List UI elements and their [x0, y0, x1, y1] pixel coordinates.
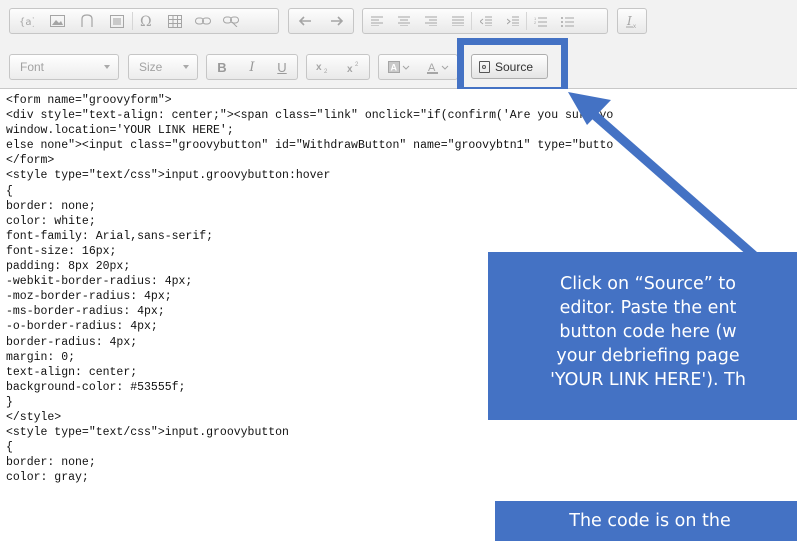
align-right-icon[interactable]	[417, 9, 444, 33]
size-select[interactable]: Size	[128, 54, 198, 80]
background-color-icon[interactable]: A	[379, 55, 419, 79]
chevron-down-icon	[104, 65, 110, 69]
indent-icon[interactable]	[499, 9, 526, 33]
bulleted-list-icon[interactable]	[554, 9, 581, 33]
bold-button[interactable]: B	[207, 55, 237, 79]
svg-text:x: x	[316, 62, 322, 73]
source-button[interactable]: Source	[471, 54, 548, 79]
svg-text:Ω: Ω	[140, 14, 152, 28]
font-select[interactable]: Font	[9, 54, 119, 80]
text-color-icon[interactable]: A	[419, 55, 457, 79]
image-icon[interactable]	[42, 9, 72, 33]
grid-table-icon[interactable]	[161, 9, 189, 33]
svg-text:{a}: {a}	[19, 17, 34, 27]
svg-text:2: 2	[534, 20, 537, 25]
colors-toolbar-group: A A	[378, 54, 458, 80]
basic-styles-toolbar-group: B I U	[206, 54, 298, 80]
svg-text:I: I	[626, 15, 632, 28]
size-select-label: Size	[139, 60, 163, 74]
undo-icon[interactable]	[289, 9, 321, 33]
code-location-callout: The code is on the	[495, 501, 797, 541]
script-toolbar-group: x2 x2	[306, 54, 370, 80]
subscript-icon[interactable]: x2	[307, 55, 338, 79]
callout-line: your debriefing page	[556, 346, 740, 366]
variable-icon[interactable]: {a}	[10, 9, 42, 33]
source-button-label: Source	[495, 59, 534, 74]
outdent-icon[interactable]	[472, 9, 499, 33]
svg-text:x: x	[347, 64, 353, 73]
callout-line: editor. Paste the ent	[559, 298, 737, 318]
flash-icon[interactable]	[72, 9, 102, 33]
callout-line: 'YOUR LINK HERE'). Th	[550, 370, 746, 390]
editor-toolbar: {a} Ω	[0, 0, 797, 94]
source-icon	[479, 60, 490, 73]
font-select-label: Font	[20, 60, 45, 74]
align-center-icon[interactable]	[390, 9, 417, 33]
link-icon[interactable]	[189, 9, 217, 33]
superscript-icon[interactable]: x2	[338, 55, 369, 79]
remove-format-icon[interactable]: Ix	[618, 9, 646, 33]
table-icon[interactable]	[102, 9, 132, 33]
redo-icon[interactable]	[321, 9, 353, 33]
svg-text:x: x	[633, 24, 636, 28]
callout-line: The code is on the	[569, 511, 731, 531]
underline-button[interactable]: U	[267, 55, 297, 79]
numbered-list-icon[interactable]: 12	[527, 9, 554, 33]
svg-text:2: 2	[355, 62, 359, 68]
history-toolbar-group	[288, 8, 354, 34]
instruction-callout: Click on “Source” to editor. Paste the e…	[488, 252, 797, 420]
unlink-icon[interactable]	[217, 9, 245, 33]
align-left-icon[interactable]	[363, 9, 390, 33]
special-char-icon[interactable]: Ω	[133, 9, 161, 33]
remove-format-toolbar-group: Ix	[617, 8, 647, 34]
svg-text:2: 2	[324, 69, 328, 73]
callout-line: button code here (w	[559, 322, 737, 342]
paragraph-toolbar-group: 12	[362, 8, 608, 34]
insert-toolbar-group: {a} Ω	[9, 8, 279, 34]
svg-text:A: A	[391, 63, 398, 73]
callout-line: Click on “Source” to	[560, 274, 736, 294]
chevron-down-icon	[183, 65, 189, 69]
italic-button[interactable]: I	[237, 55, 267, 79]
justify-icon[interactable]	[444, 9, 471, 33]
